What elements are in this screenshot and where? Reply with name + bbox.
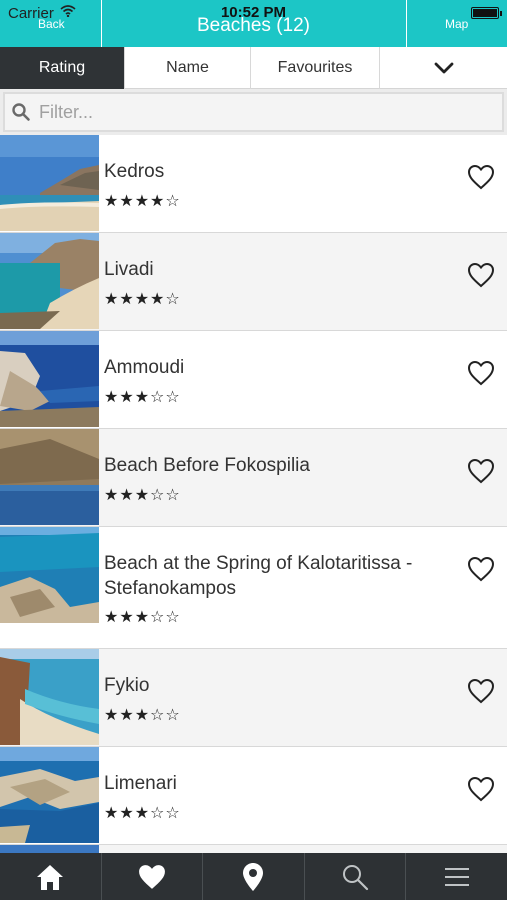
navigation-bar: Carrier Back 10:52 PM Beaches (12) Map [0,0,507,47]
list-item[interactable]: Limenari ★★★☆☆ [0,747,507,845]
favourite-heart-icon[interactable] [467,458,495,484]
favourite-heart-icon[interactable] [467,678,495,704]
favourite-heart-icon[interactable] [467,556,495,582]
battery-icon [471,7,502,19]
sort-more-button[interactable] [380,47,507,89]
beach-photo [0,233,99,329]
tab-home[interactable] [0,853,102,900]
beach-name: Kedros [104,161,165,182]
favourite-heart-icon[interactable] [467,360,495,386]
menu-icon [444,867,469,886]
beach-name: Beach Before Fokospilia [104,455,310,476]
list-item[interactable]: Livadi ★★★★☆ [0,233,507,331]
star-rating: ★★★☆☆ [104,609,181,626]
list-item[interactable]: Beach at the Spring of Kalotaritissa - S… [0,527,507,649]
list-item[interactable]: Ammoudi ★★★☆☆ [0,331,507,429]
list-item[interactable]: Fykio ★★★☆☆ [0,649,507,747]
beach-photo [0,527,99,623]
star-rating: ★★★☆☆ [104,805,181,822]
home-icon [37,864,64,890]
list-item[interactable] [0,845,507,853]
map-button[interactable]: Map [406,0,507,47]
beach-name: Fykio [104,675,150,696]
tab-favourites[interactable] [102,853,204,900]
heart-icon [138,864,165,889]
tab-favourites[interactable]: Favourites [251,47,380,89]
beach-photo [0,845,99,853]
tab-rating[interactable]: Rating [0,47,125,89]
favourite-heart-icon[interactable] [467,164,495,190]
favourite-heart-icon[interactable] [467,262,495,288]
beach-list: Kedros ★★★★☆ Livadi ★★★★☆ Ammoudi ★★★☆☆ … [0,135,507,853]
star-rating: ★★★☆☆ [104,487,181,504]
bottom-tab-bar [0,853,507,900]
list-item[interactable]: Beach Before Fokospilia ★★★☆☆ [0,429,507,527]
filter-field [3,92,504,132]
star-rating: ★★★☆☆ [104,389,181,406]
favourite-heart-icon[interactable] [467,776,495,802]
chevron-down-icon [434,62,453,74]
star-rating: ★★★☆☆ [104,707,181,724]
search-icon [343,864,369,890]
tab-menu[interactable] [406,853,507,900]
tab-name[interactable]: Name [125,47,251,89]
search-icon [12,103,30,121]
filter-bar [0,89,507,135]
tab-map[interactable] [203,853,305,900]
star-rating: ★★★★☆ [104,291,181,308]
star-rating: ★★★★☆ [104,193,181,210]
map-pin-icon [243,862,264,891]
beach-name: Ammoudi [104,357,185,378]
tab-search[interactable] [305,853,407,900]
sort-tabs: Rating Name Favourites [0,47,507,89]
beach-photo [0,649,99,745]
beach-name: Beach at the Spring of Kalotaritissa - S… [104,553,413,599]
beach-photo [0,135,99,231]
beach-name: Limenari [104,773,177,794]
map-label: Map [445,17,469,31]
beach-photo [0,429,99,525]
beach-photo [0,747,99,843]
filter-input[interactable] [39,101,479,123]
beach-name: Livadi [104,259,154,280]
list-item[interactable]: Kedros ★★★★☆ [0,135,507,233]
beach-photo [0,331,99,427]
